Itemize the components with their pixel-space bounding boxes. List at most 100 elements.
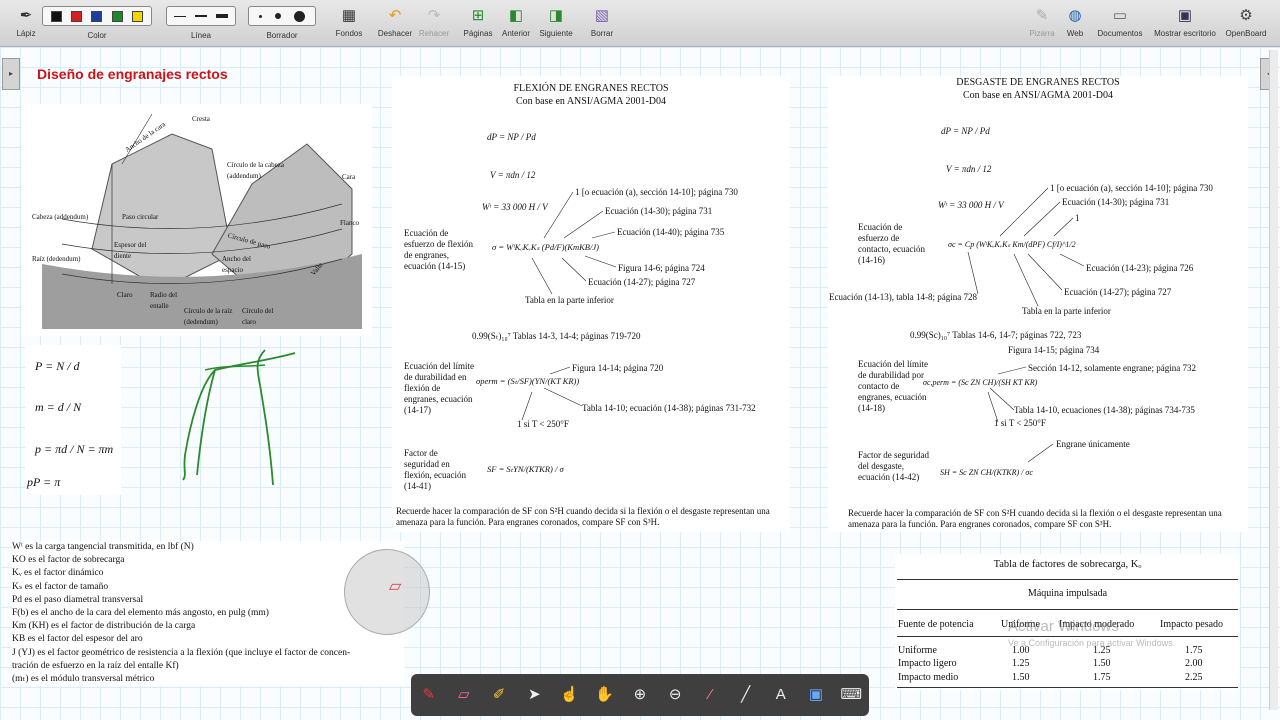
label-circulo-raiz: Círculo de la raíz (dedendum) xyxy=(184,307,233,326)
desktop-icon: ▣ xyxy=(1177,7,1193,24)
globe-icon: ◍ xyxy=(1068,7,1082,24)
color-green-swatch[interactable] xyxy=(111,10,123,22)
laser-icon[interactable]: ⁄ xyxy=(697,682,723,708)
line-label: Línea xyxy=(190,31,212,40)
pointer-icon[interactable]: ➤ xyxy=(521,682,547,708)
chevron-right-icon: ▸ xyxy=(8,69,13,78)
marker-icon[interactable]: ✐ xyxy=(486,682,512,708)
pages-icon: ⊞ xyxy=(471,7,485,24)
magnifier-overlay[interactable]: ▱ xyxy=(344,549,430,635)
hand-icon[interactable]: ✋ xyxy=(592,682,618,708)
definition-item: F(b) es el ancho de la cara del elemento… xyxy=(12,608,269,619)
color-blue-swatch[interactable] xyxy=(91,10,103,22)
desgaste-ann2: 1 si T < 250°F xyxy=(994,418,1046,428)
table-cell: 1.50 xyxy=(1012,672,1030,683)
label-espesor: Espesor del diente xyxy=(114,241,147,260)
vertical-scrollbar[interactable] xyxy=(1269,50,1278,710)
desgaste-sc-note: 0.99(Sc)₁₀⁷ Tablas 14-6, 14-7; páginas 7… xyxy=(910,330,1082,340)
label-ancho-espacio: Ancho del espacio xyxy=(222,255,251,274)
flexion-eq-perm: σperm = (Sₜ/SF)(YN/(KT KR)) xyxy=(476,376,580,386)
label-raiz: Raíz (dedendum) xyxy=(32,255,81,263)
color-picker[interactable] xyxy=(42,6,152,26)
line-thick-option[interactable] xyxy=(215,14,228,18)
table-cell: Impacto medio xyxy=(898,672,959,683)
desgaste-eq-sh: SH = Sc ZN CH/(KTKR) / σc xyxy=(940,468,1033,477)
clear-page-icon: ▧ xyxy=(594,7,610,24)
desgaste-ann2: Engrane únicamente xyxy=(1056,439,1130,449)
label-claro: Claro xyxy=(117,291,133,299)
clear-page-button[interactable]: ▧ Borrar xyxy=(576,2,628,44)
label-paso-circular: Paso circular xyxy=(122,213,159,221)
settings-icon: ⚙ xyxy=(1239,7,1253,24)
desgaste-sh-label: Factor de seguridad del desgaste, ecuaci… xyxy=(858,450,929,482)
gear-nomenclature-diagram: Cresta Ancho de la cara Círculo de la ca… xyxy=(22,104,372,336)
label-flanco: Flanco xyxy=(340,219,360,227)
backgrounds-button[interactable]: ▦ Fondos xyxy=(323,2,375,44)
openboard-menu-button[interactable]: ⚙ OpenBoard xyxy=(1220,2,1272,44)
desgaste-note: Recuerde hacer la comparación de SF con … xyxy=(848,508,1222,529)
capture-icon[interactable]: ▣ xyxy=(803,682,829,708)
page-title: Diseño de engranajes rectos xyxy=(37,66,228,82)
definition-item: J (YJ) es el factor geométrico de resist… xyxy=(12,647,351,658)
definition-item: (mₜ) es el módulo transversal métrico xyxy=(12,674,155,685)
pen-icon[interactable]: ✎ xyxy=(416,682,442,708)
variable-definitions: Wᵗ es la carga tangencial transmitida, e… xyxy=(12,541,404,687)
eraser-medium-option[interactable] xyxy=(274,13,281,19)
formula-diametral-pitch: P = N / d xyxy=(35,359,80,373)
definition-item: Km (KH) es el factor de distribución de … xyxy=(12,621,196,632)
color-red-swatch[interactable] xyxy=(71,10,83,22)
table-cell: 1.75 xyxy=(1093,672,1111,683)
eraser-cursor-icon: ▱ xyxy=(389,578,402,595)
definition-item: tración de esfuerzo en la raíz del ental… xyxy=(12,660,179,671)
line-medium-option[interactable] xyxy=(194,15,207,17)
hand-pointer-icon[interactable]: ☝ xyxy=(556,682,582,708)
desgaste-ann2: Tabla 14-10, ecuaciones (14-38); páginas… xyxy=(1014,405,1195,415)
documents-button[interactable]: ▭ Documentos xyxy=(1094,2,1146,44)
eraser-small-option[interactable] xyxy=(258,14,262,18)
flexion-panel: FLEXIÓN DE ENGRANES RECTOS Con base en A… xyxy=(392,76,790,532)
flexion-ann2: Figura 14-14; página 720 xyxy=(572,363,664,373)
redo-icon: ↷ xyxy=(427,7,441,24)
desgaste-eq-perm: σc,perm = (Sc ZN CH)/(SH KT KR) xyxy=(923,378,1038,387)
table-cell: 2.25 xyxy=(1185,672,1203,683)
zoom-out-icon[interactable]: ⊖ xyxy=(662,682,688,708)
flexion-eq-sf: SF = SₜYN/(KTKR) / σ xyxy=(487,464,564,474)
color-black-swatch[interactable] xyxy=(50,10,62,22)
previous-page-icon: ◧ xyxy=(508,7,524,24)
text-icon[interactable]: A xyxy=(768,682,794,708)
line-thin-option[interactable] xyxy=(174,15,187,17)
watermark-title: Activar Windows xyxy=(1008,618,1119,635)
zoom-in-icon[interactable]: ⊕ xyxy=(627,682,653,708)
formula-module: m = d / N xyxy=(35,400,82,414)
next-page-button[interactable]: ◨ Siguiente xyxy=(530,2,582,44)
definition-item: Wᵗ es la carga tangencial transmitida, e… xyxy=(12,542,194,552)
folder-icon: ▭ xyxy=(1112,7,1128,24)
table-cell: 1.25 xyxy=(1012,658,1030,669)
label-cabeza: Cabeza (addendum) xyxy=(32,213,89,221)
eraser-label: Borrador xyxy=(266,31,298,40)
flexion-st-note: 0.99(Sₜ)₁₀⁷ Tablas 14-3, 14-4; páginas 7… xyxy=(472,331,641,341)
flexion-perm-label: Ecuación del límite de durabilidad en fl… xyxy=(404,361,474,415)
desgaste-ann2: Sección 14-12, solamente engrane; página… xyxy=(1028,363,1196,373)
label-circulo-cabeza: Círculo de la cabeza (addendum) xyxy=(227,161,284,180)
definition-item: KO es el factor de sobrecarga xyxy=(12,555,125,566)
table-cell: 1.75 xyxy=(1185,645,1203,656)
show-desktop-button[interactable]: ▣ Mostrar escritorio xyxy=(1150,2,1220,44)
line-icon[interactable]: ╱ xyxy=(733,682,759,708)
eraser-large-option[interactable] xyxy=(294,10,306,22)
label-radio-entalle: Radio del entalle xyxy=(150,291,178,310)
eraser-icon[interactable]: ▱ xyxy=(451,682,477,708)
watermark-subtitle: Ve a Configuración para activar Windows. xyxy=(1008,638,1176,648)
main-toolbar: ✒ Lápiz Color Línea Borrador ▦ Fondos ↶ … xyxy=(0,0,1280,47)
line-width-picker[interactable] xyxy=(166,6,236,26)
formula-product: pP = π xyxy=(27,475,61,489)
keyboard-icon[interactable]: ⌨ xyxy=(838,682,864,708)
flexion-ann2: 1 si T < 250°F xyxy=(517,419,569,429)
table-group-header: Máquina impulsada xyxy=(1027,588,1108,599)
pitch-formulas: P = N / d m = d / N p = πd / N = πm pP =… xyxy=(25,345,121,495)
label-circulo-claro: Círculo del claro xyxy=(242,307,274,326)
activation-watermark: Activar Windows Ve a Configuración para … xyxy=(1008,618,1175,648)
left-panel-toggle[interactable]: ▸ xyxy=(2,58,20,90)
eraser-size-picker[interactable] xyxy=(248,6,316,26)
color-yellow-swatch[interactable] xyxy=(132,10,144,22)
